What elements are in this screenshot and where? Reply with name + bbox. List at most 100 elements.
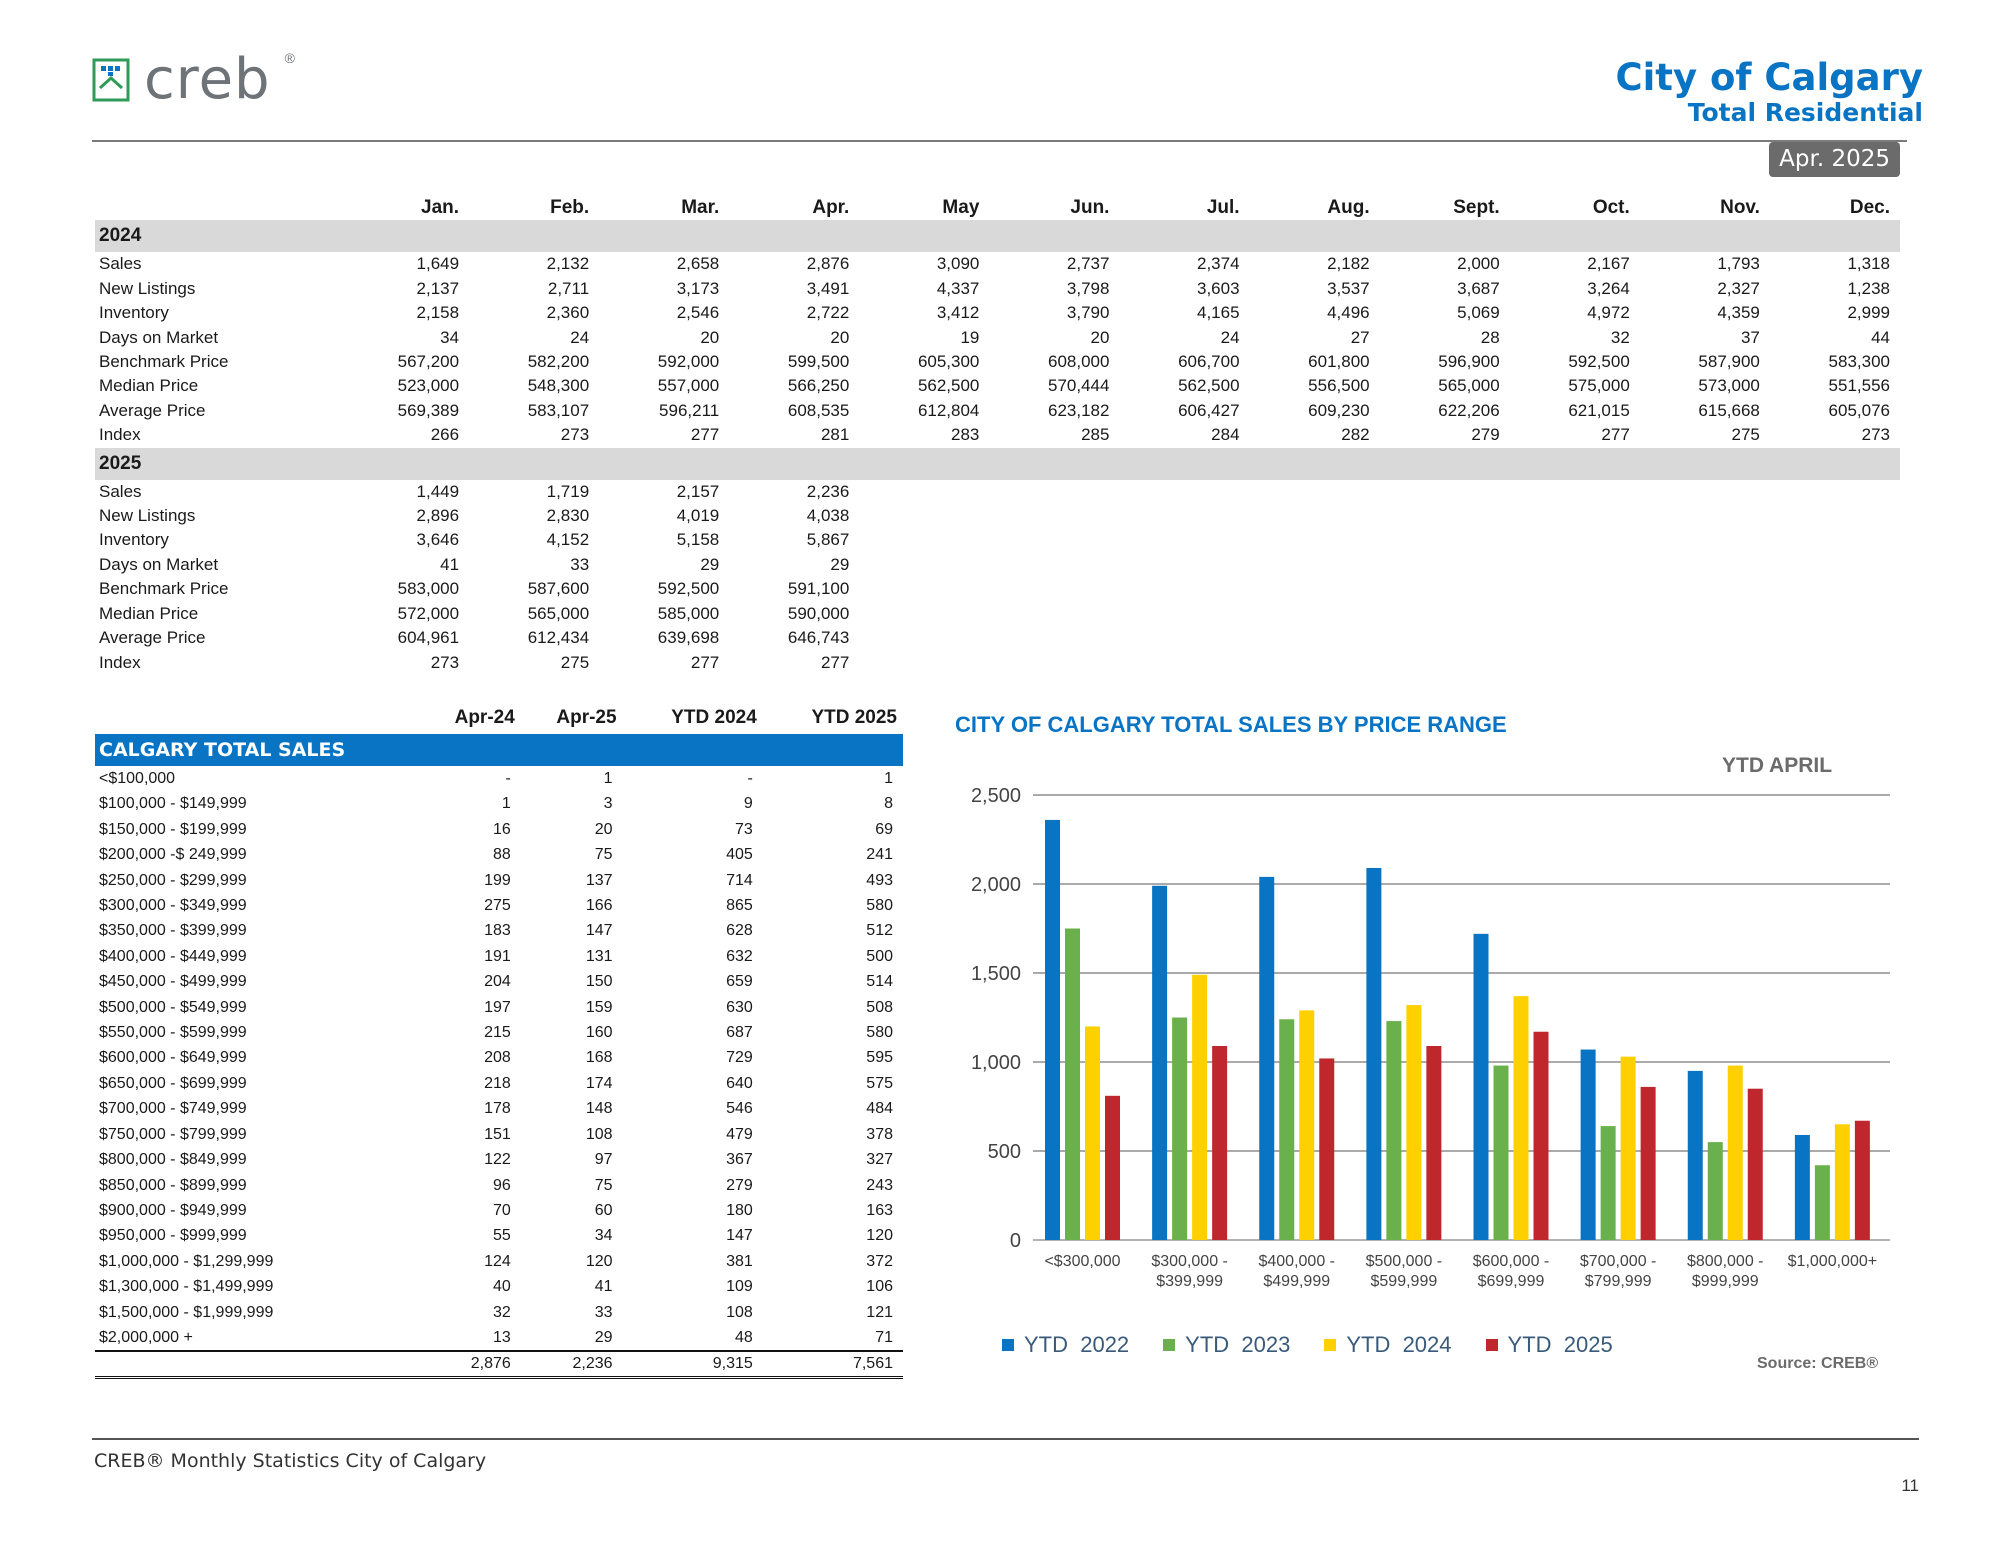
range-value: 29 [594, 1328, 613, 1346]
stat-value: 566,250 [787, 376, 850, 396]
range-value: - [505, 770, 511, 787]
stat-value: 284 [1211, 425, 1240, 445]
range-value: 218 [484, 1074, 511, 1092]
stat-value: 523,000 [397, 376, 460, 396]
stat-value: 615,668 [1698, 400, 1760, 420]
range-value: 1 [501, 795, 511, 813]
range-label: $900,000 - $949,999 [99, 1201, 247, 1219]
range-row: $500,000 - $549,999 197 159 630 508 [95, 995, 903, 1020]
stat-value [859, 626, 989, 650]
stat-value: 3,603 [1197, 278, 1240, 298]
stat-value: 2,182 [1327, 254, 1370, 274]
stat-value [1380, 651, 1510, 675]
stat-value [1770, 480, 1900, 504]
range-label: $800,000 - $849,999 [99, 1151, 247, 1169]
stat-value: 285 [1081, 425, 1110, 445]
stat-value [1640, 553, 1770, 577]
range-value: 160 [585, 1024, 613, 1042]
range-row: $100,000 - $149,999 1 3 9 8 [95, 791, 903, 816]
stat-value: 1,449 [416, 481, 460, 501]
stat-value: 565,000 [527, 603, 590, 623]
stat-value: 32 [1610, 327, 1630, 347]
range-row: $900,000 - $949,999 70 60 180 163 [95, 1198, 903, 1223]
stat-row: Median Price 523,000 548,300 557,000 566,250… [95, 374, 1900, 398]
stat-value [989, 626, 1119, 650]
range-row: $700,000 - $749,999 178 148 546 484 [95, 1096, 903, 1121]
range-value: 275 [484, 897, 511, 915]
monthly-stats-table: Jan. Feb. Mar. Apr. May Jun. Jul. Aug. Sept. Oct.… [95, 196, 1900, 675]
stat-value [1119, 528, 1249, 552]
range-value: 8 [884, 795, 893, 813]
month-header: Dec. [1849, 197, 1890, 218]
month-header: Aug. [1327, 197, 1370, 218]
stat-value [1640, 577, 1770, 601]
stat-value: 585,000 [657, 603, 720, 623]
totals-row: 2,876 2,236 9,315 7,561 [95, 1350, 903, 1380]
legend-label: YTD 2024 [1346, 1332, 1452, 1357]
range-value: 575 [866, 1074, 893, 1092]
stat-value: 282 [1341, 425, 1370, 445]
bar [1172, 1017, 1188, 1240]
y-tick-label: 2,500 [971, 785, 1021, 807]
stat-value: 2,360 [546, 303, 590, 323]
range-value: 131 [585, 947, 613, 965]
month-header: May [942, 197, 980, 218]
range-value: 71 [875, 1328, 893, 1346]
bar [1794, 1134, 1810, 1240]
stat-value: 3,687 [1457, 278, 1500, 298]
stat-row: Inventory 3,646 4,152 5,158 5,867 [95, 528, 1900, 552]
stat-value [1119, 626, 1249, 650]
stat-value: 2,167 [1587, 254, 1630, 274]
range-value: 96 [492, 1176, 511, 1194]
bar [1366, 867, 1382, 1240]
stat-value: 557,000 [657, 376, 720, 396]
range-value: 493 [866, 871, 893, 889]
x-tick-label: $600,000 - [1473, 1253, 1550, 1270]
stat-value: 2,876 [806, 254, 850, 274]
range-label: $550,000 - $599,999 [99, 1024, 247, 1042]
bar [1640, 1086, 1656, 1240]
bar [1473, 933, 1489, 1240]
month-header-row: Jan. Feb. Mar. Apr. May Jun. Jul. Aug. Sept. Oct.… [95, 196, 1900, 220]
range-value: - [747, 770, 753, 787]
stat-value: 4,038 [806, 506, 850, 526]
stat-value: 2,374 [1197, 254, 1240, 274]
stat-value [1510, 480, 1640, 504]
stat-value: 609,230 [1308, 400, 1370, 420]
range-label: $700,000 - $749,999 [99, 1100, 247, 1118]
range-row: $850,000 - $899,999 96 75 279 243 [95, 1173, 903, 1198]
stat-value [1250, 577, 1380, 601]
range-label: $1,300,000 - $1,499,999 [99, 1278, 274, 1296]
stat-label: Index [99, 652, 141, 672]
stat-value [989, 528, 1119, 552]
stat-value: 621,015 [1568, 400, 1630, 420]
range-label: $100,000 - $149,999 [99, 795, 247, 813]
stat-value: 556,500 [1308, 376, 1370, 396]
stat-value: 34 [440, 327, 460, 347]
stat-value: 569,389 [397, 400, 460, 420]
creb-logo: creb ® [92, 50, 295, 108]
range-row: $250,000 - $299,999 199 137 714 493 [95, 868, 903, 893]
house-logo-icon [92, 58, 130, 102]
range-label: $450,000 - $499,999 [99, 973, 247, 991]
stat-row: Benchmark Price 567,200 582,200 592,000 599,… [95, 350, 1900, 374]
column-header: Apr-25 [556, 707, 617, 728]
stat-value [989, 553, 1119, 577]
stat-row: Inventory 2,158 2,360 2,546 2,722 3,412 3,790 4… [95, 301, 1900, 325]
range-label: $400,000 - $449,999 [99, 947, 247, 965]
bar [1687, 1070, 1703, 1240]
stat-value: 277 [820, 652, 850, 672]
stat-value: 4,496 [1327, 303, 1370, 323]
range-value: 241 [866, 846, 893, 864]
stat-value [1510, 553, 1640, 577]
legend-swatch [1485, 1339, 1498, 1351]
stat-value [1510, 651, 1640, 675]
x-tick-label: $300,000 - [1151, 1253, 1228, 1270]
range-value: 148 [585, 1100, 613, 1118]
stat-row: Average Price 569,389 583,107 596,211 608,53… [95, 399, 1900, 423]
stat-value: 591,100 [787, 579, 850, 599]
stat-row: Benchmark Price 583,000 587,600 592,500 591,… [95, 577, 1900, 601]
range-value: 124 [484, 1252, 511, 1270]
range-label: $500,000 - $549,999 [99, 998, 247, 1016]
bar [1192, 974, 1208, 1240]
